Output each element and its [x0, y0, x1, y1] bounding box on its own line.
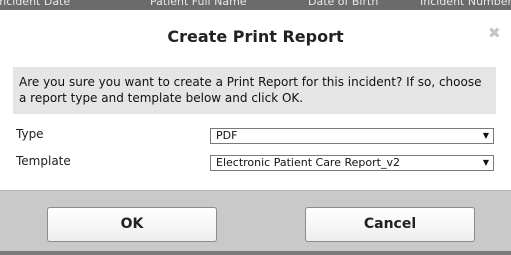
confirmation-message: Are you sure you want to create a Print …	[13, 67, 496, 114]
create-print-report-dialog: Create Print Report ✖ Are you sure you w…	[0, 10, 511, 255]
template-label: Template	[16, 154, 71, 168]
cancel-button[interactable]: Cancel	[305, 207, 475, 242]
footer-divider	[0, 251, 511, 255]
background-table-header: Incident Date Patient Full Name Date of …	[0, 0, 511, 10]
column-header-patient-name: Patient Full Name	[150, 0, 247, 8]
chevron-down-icon: ▼	[482, 131, 489, 140]
template-select[interactable]: Electronic Patient Care Report_v2 ▼	[210, 155, 494, 171]
dialog-footer: OK Cancel	[0, 190, 511, 255]
type-select[interactable]: PDF ▼	[210, 128, 494, 144]
dialog-title: Create Print Report	[167, 27, 344, 46]
column-header-incident-number: Incident Number	[420, 0, 511, 8]
column-header-date-of-birth: Date of Birth	[308, 0, 379, 8]
type-label: Type	[16, 127, 44, 141]
template-select-value: Electronic Patient Care Report_v2	[216, 156, 400, 169]
column-header-incident-date: Incident Date	[0, 0, 71, 8]
ok-button[interactable]: OK	[47, 207, 217, 242]
close-icon[interactable]: ✖	[488, 24, 501, 42]
chevron-down-icon: ▼	[482, 158, 489, 167]
type-select-value: PDF	[216, 129, 238, 142]
